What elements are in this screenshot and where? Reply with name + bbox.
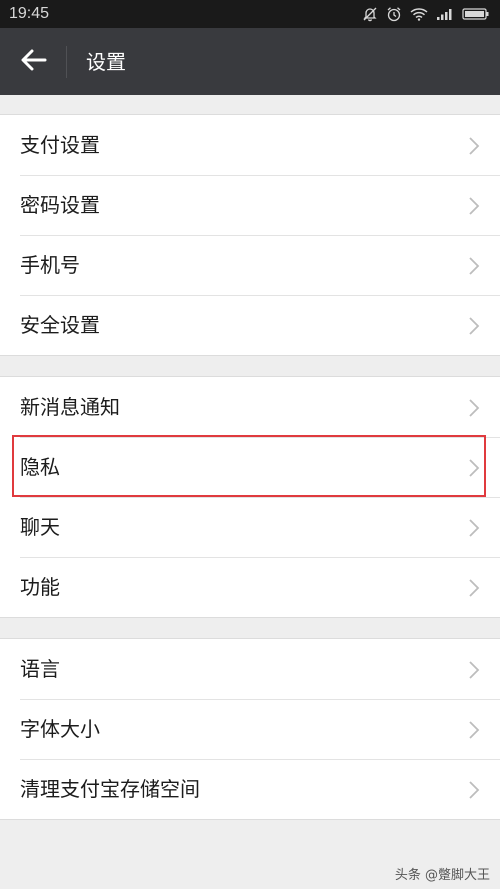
chevron-right-icon <box>469 197 480 215</box>
settings-item-features[interactable]: 功能 <box>0 557 500 617</box>
status-time: 19:45 <box>9 5 50 22</box>
settings-item-label: 隐私 <box>20 455 60 479</box>
settings-item-label: 手机号 <box>20 253 80 277</box>
settings-item-clear-storage[interactable]: 清理支付宝存储空间 <box>0 759 500 819</box>
chevron-right-icon <box>469 459 480 477</box>
page-title: 设置 <box>86 50 126 74</box>
settings-item-label: 聊天 <box>20 515 60 539</box>
settings-item-language[interactable]: 语言 <box>0 639 500 699</box>
settings-item-phone[interactable]: 手机号 <box>0 235 500 295</box>
settings-item-label: 密码设置 <box>20 193 100 217</box>
chevron-right-icon <box>469 399 480 417</box>
watermark: 头条 @蹩脚大王 <box>394 868 490 883</box>
back-button[interactable] <box>12 40 56 84</box>
arrow-left-icon <box>21 49 47 75</box>
settings-item-notifications[interactable]: 新消息通知 <box>0 377 500 437</box>
app-bar-divider <box>66 46 67 78</box>
settings-item-payment[interactable]: 支付设置 <box>0 115 500 175</box>
chevron-right-icon <box>469 317 480 335</box>
chevron-right-icon <box>469 579 480 597</box>
settings-item-label: 安全设置 <box>20 313 100 337</box>
alarm-icon <box>386 6 402 22</box>
app-bar: 设置 <box>0 28 500 95</box>
mute-bell-icon <box>362 6 378 22</box>
settings-item-label: 清理支付宝存储空间 <box>20 777 200 801</box>
settings-item-security[interactable]: 安全设置 <box>0 295 500 355</box>
settings-item-label: 支付设置 <box>20 133 100 157</box>
settings-item-label: 新消息通知 <box>20 395 120 419</box>
chevron-right-icon <box>469 257 480 275</box>
settings-group-account: 支付设置 密码设置 手机号 安全设置 <box>0 114 500 356</box>
settings-item-privacy[interactable]: 隐私 <box>0 437 500 497</box>
settings-item-password[interactable]: 密码设置 <box>0 175 500 235</box>
signal-icon <box>436 7 454 21</box>
settings-item-label: 功能 <box>20 575 60 599</box>
wifi-icon <box>410 7 428 21</box>
settings-item-label: 字体大小 <box>20 717 100 741</box>
settings-group-display: 语言 字体大小 清理支付宝存储空间 <box>0 638 500 820</box>
battery-icon <box>462 7 490 21</box>
settings-item-label: 语言 <box>20 657 60 681</box>
settings-group-general: 新消息通知 隐私 聊天 功能 <box>0 376 500 618</box>
chevron-right-icon <box>469 661 480 679</box>
status-bar: 19:45 <box>0 0 500 28</box>
chevron-right-icon <box>469 519 480 537</box>
chevron-right-icon <box>469 721 480 739</box>
chevron-right-icon <box>469 781 480 799</box>
status-icons <box>362 5 490 23</box>
settings-item-chat[interactable]: 聊天 <box>0 497 500 557</box>
chevron-right-icon <box>469 137 480 155</box>
settings-item-font-size[interactable]: 字体大小 <box>0 699 500 759</box>
